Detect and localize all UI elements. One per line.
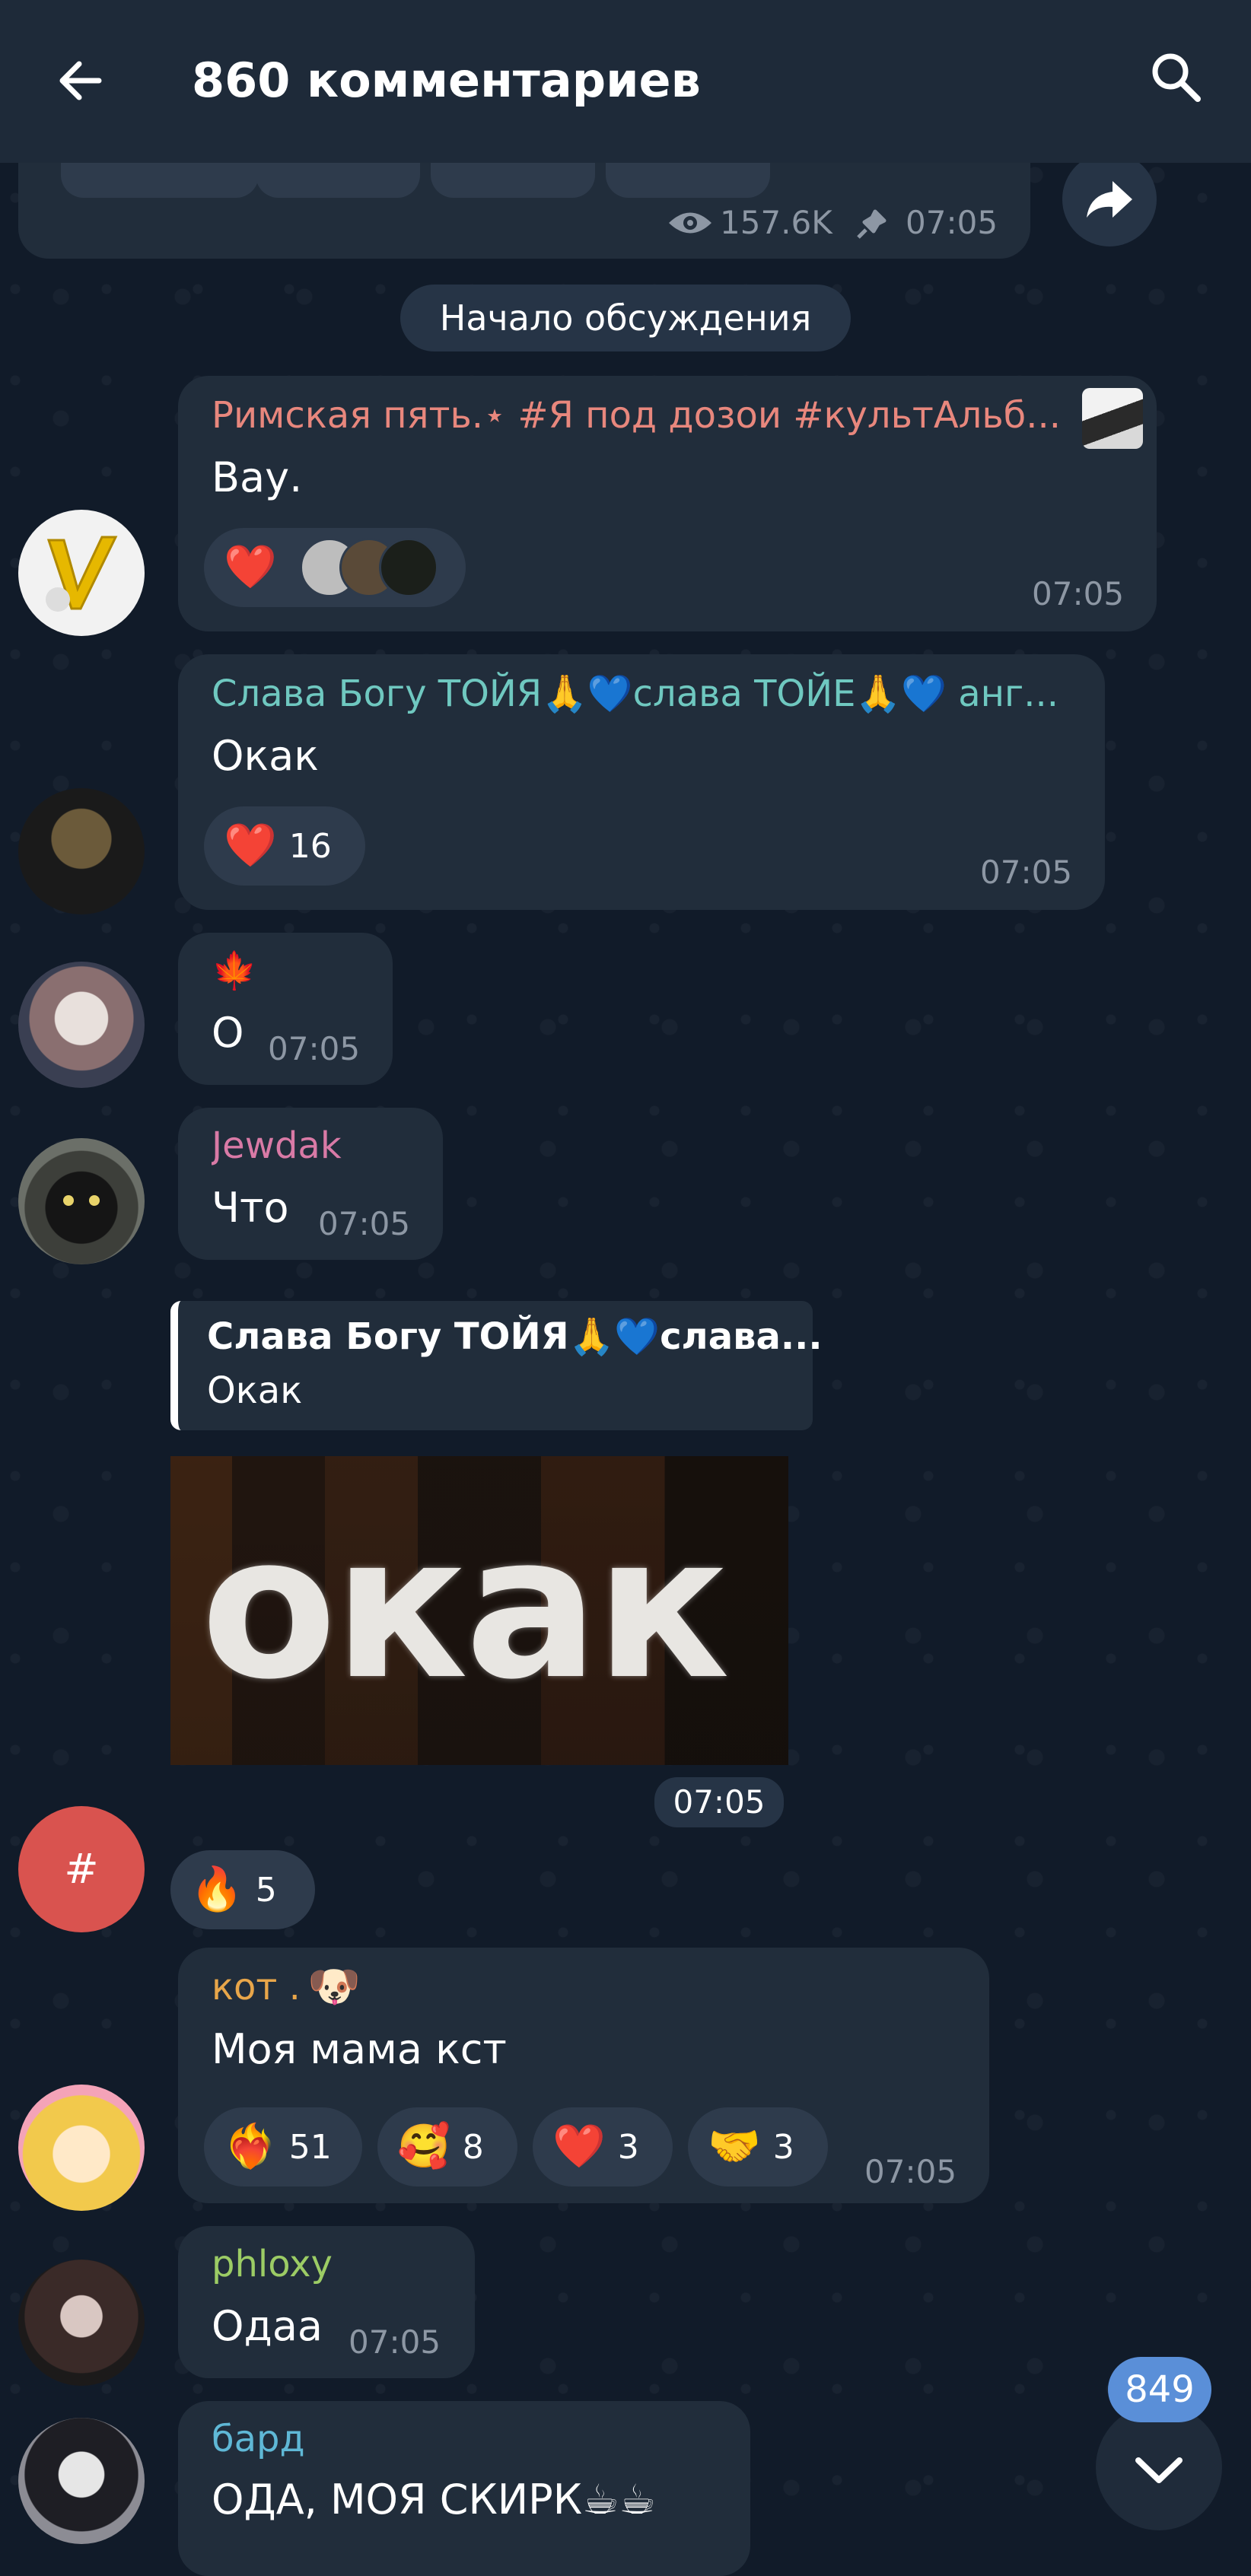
share-arrow-icon	[1087, 181, 1132, 218]
message-text: Вау.	[212, 453, 303, 501]
reactor-avatar	[378, 538, 438, 597]
dog-sticker-icon: 🐶	[307, 1962, 361, 2012]
reply-sender-name: Слава Богу ТОЙЯ🙏💙слава...	[207, 1315, 823, 1358]
sender-badge-image	[1082, 388, 1143, 449]
search-icon[interactable]	[1146, 47, 1207, 108]
message-bubble[interactable]: Слава Богу ТОЙЯ🙏💙слава ТОЙЕ🙏💙 анг... Ока…	[178, 654, 1105, 910]
views-count: 157.6K	[720, 204, 832, 241]
avatar[interactable]	[18, 510, 145, 636]
reaction-count: 3	[617, 2127, 639, 2167]
reply-preview[interactable]: Слава Богу ТОЙЯ🙏💙слава... Окак	[170, 1301, 823, 1430]
reaction-count: 3	[772, 2127, 794, 2167]
message-text: Одаа	[212, 2302, 323, 2350]
message-time: 07:05	[268, 1030, 361, 1067]
sender-name[interactable]: Слава Богу ТОЙЯ🙏💙слава ТОЙЕ🙏💙 анг...	[212, 671, 1079, 717]
message-bubble[interactable]: бард ОДА, МОЯ СКИРК☕☕	[178, 2401, 750, 2576]
reply-text: Окак	[207, 1369, 303, 1412]
message-bubble[interactable]: кот . 🐶 Моя мама кст ❤️‍🔥 51 🥰 8 ❤️ 3 🤝 …	[178, 1948, 989, 2203]
smiling-hearts-emoji: 🥰	[397, 2122, 450, 2171]
views-eye-icon	[669, 212, 711, 234]
message-time: 07:05	[318, 1205, 411, 1242]
pin-icon	[857, 209, 887, 239]
sticker-text: окак	[201, 1493, 730, 1723]
reaction-count: 51	[288, 2127, 332, 2167]
reaction-count: 8	[462, 2127, 484, 2167]
message-text: Что	[212, 1184, 289, 1232]
fire-emoji: 🔥	[190, 1865, 244, 1914]
reaction-heart[interactable]: ❤️	[204, 528, 466, 607]
app-header: 860 комментариев	[0, 0, 1251, 163]
message-text: Окак	[212, 732, 319, 780]
heart-emoji: ❤️	[224, 821, 277, 870]
avatar-symbol: #	[64, 1845, 99, 1893]
scroll-down-button[interactable]	[1096, 2404, 1222, 2530]
handshake-emoji: 🤝	[708, 2122, 761, 2171]
reaction-count: 16	[288, 826, 332, 866]
sender-name[interactable]: phloxy	[212, 2241, 333, 2287]
avatar[interactable]	[18, 962, 145, 1088]
avatar[interactable]	[18, 2085, 145, 2211]
reaction-stub	[61, 160, 259, 198]
reaction-fire[interactable]: 🔥 5	[170, 1850, 315, 1929]
avatar[interactable]	[18, 1138, 145, 1264]
reaction-stub	[606, 160, 770, 198]
avatar[interactable]	[18, 2260, 145, 2386]
sender-name[interactable]: Jewdak	[212, 1123, 342, 1169]
reaction-heart-fire[interactable]: ❤️‍🔥 51	[204, 2107, 362, 2186]
message-text: Моя мама кст	[212, 2025, 507, 2073]
reaction-handshake[interactable]: 🤝 3	[688, 2107, 828, 2186]
sticker-image[interactable]: окак	[170, 1456, 788, 1765]
avatar-v-logo	[46, 536, 118, 612]
avatar[interactable]	[18, 2418, 145, 2544]
message-bubble[interactable]: phloxy Одаа 07:05	[178, 2226, 475, 2378]
reaction-heart[interactable]: ❤️ 16	[204, 806, 365, 886]
heart-emoji: ❤️	[224, 542, 277, 592]
reaction-smiling-hearts[interactable]: 🥰 8	[377, 2107, 517, 2186]
chevron-down-icon	[1135, 2457, 1183, 2483]
message-bubble[interactable]: Римская пять.⋆ #Я под дозои #культАльб..…	[178, 376, 1157, 631]
reaction-stub	[431, 160, 595, 198]
message-time: 07:05	[864, 2153, 957, 2190]
back-arrow-icon[interactable]	[50, 50, 111, 111]
reaction-stub	[256, 160, 420, 198]
sender-name[interactable]: Римская пять.⋆ #Я под дозои #культАльб..…	[212, 393, 1071, 438]
sender-name[interactable]: 🍁	[212, 948, 257, 994]
post-time: 07:05	[906, 204, 998, 241]
discussion-start-label: Начало обсуждения	[400, 285, 851, 351]
message-bubble[interactable]: Jewdak Что 07:05	[178, 1108, 443, 1260]
sender-name[interactable]: кот .	[212, 1964, 301, 2010]
avatar[interactable]	[18, 788, 145, 914]
reaction-count: 5	[255, 1870, 277, 1910]
reaction-heart[interactable]: ❤️ 3	[533, 2107, 673, 2186]
heart-emoji: ❤️	[552, 2122, 606, 2171]
message-time: 07:05	[1032, 575, 1125, 612]
message-time: 07:05	[980, 854, 1073, 891]
heart-on-fire-emoji: ❤️‍🔥	[224, 2122, 277, 2171]
cat-eyes	[63, 1195, 100, 1206]
message-time: 07:05	[349, 2323, 441, 2361]
sender-name[interactable]: бард	[212, 2416, 305, 2462]
avatar-hash[interactable]: #	[18, 1806, 145, 1932]
message-text: ОДА, МОЯ СКИРК☕☕	[212, 2476, 656, 2524]
message-bubble[interactable]: 🍁 О 07:05	[178, 933, 393, 1085]
message-time: 07:05	[654, 1777, 784, 1827]
share-button[interactable]	[1062, 152, 1157, 246]
page-title: 860 комментариев	[192, 52, 701, 108]
unread-count-badge: 849	[1108, 2357, 1211, 2422]
message-text: О	[212, 1009, 244, 1057]
